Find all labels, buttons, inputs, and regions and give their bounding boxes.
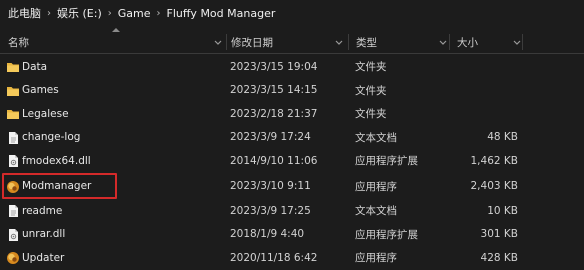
chevron-right-icon: › [156, 7, 161, 19]
file-row[interactable]: change-log 2023/3/9 17:24 文本文档 48 KB [0, 126, 584, 150]
chevron-down-icon[interactable] [213, 36, 223, 48]
dll-file-icon [9, 155, 18, 167]
file-size [440, 79, 518, 103]
column-header-date[interactable]: 修改日期 [231, 30, 341, 54]
folder-icon [7, 86, 19, 96]
file-name: readme [22, 204, 63, 217]
file-type: 应用程序 [355, 180, 397, 193]
column-divider[interactable] [348, 34, 349, 50]
column-header-name-label: 名称 [8, 36, 29, 49]
breadcrumb-item-game[interactable]: Game [118, 7, 151, 20]
folder-icon [7, 110, 19, 119]
file-date: 2020/11/18 6:42 [230, 251, 318, 264]
file-row[interactable]: Updater 2020/11/18 6:42 应用程序 428 KB [0, 246, 584, 270]
chevron-right-icon: › [47, 7, 51, 19]
file-name: Updater [22, 251, 65, 264]
name-cell: readme [0, 199, 222, 223]
text-file-icon [9, 205, 18, 217]
file-size: 1,462 KB [470, 154, 519, 167]
column-header-name[interactable]: 名称 [8, 30, 222, 54]
file-explorer: 此电脑 › 娱乐 (E:) › Game › Fluffy Mod Manage… [0, 0, 584, 270]
file-name: Games [22, 84, 59, 97]
file-date: 2014/9/10 11:06 [230, 154, 318, 167]
column-header-size[interactable]: 大小 [457, 30, 517, 54]
chevron-down-icon[interactable] [438, 36, 448, 48]
file-row[interactable]: Games 2023/3/15 14:15 文件夹 [0, 79, 584, 103]
file-size: 10 KB [487, 204, 518, 217]
file-date: 2023/3/15 19:04 [230, 60, 318, 73]
file-date: 2023/3/9 17:24 [230, 131, 311, 144]
column-divider[interactable] [449, 34, 450, 50]
app-icon [7, 252, 19, 264]
file-size: 428 KB [480, 251, 518, 264]
column-header-type-label: 类型 [356, 36, 377, 49]
name-cell: Legalese [0, 102, 222, 126]
file-date: 2018/1/9 4:40 [230, 228, 305, 241]
name-cell: Games [0, 79, 222, 103]
file-size: 301 KB [480, 228, 518, 241]
file-size: 48 KB [487, 131, 518, 144]
highlight-box [2, 173, 117, 199]
breadcrumb-item-this-pc[interactable]: 此电脑 [8, 5, 41, 21]
file-type: 应用程序扩展 [355, 155, 418, 168]
file-name: change-log [22, 131, 81, 144]
name-cell: Data [0, 55, 222, 79]
file-name: fmodex64.dll [22, 154, 91, 167]
name-cell: Updater [0, 246, 222, 270]
file-date: 2023/2/18 21:37 [230, 107, 318, 120]
name-cell: unrar.dll [0, 223, 222, 247]
folder-icon [7, 63, 19, 72]
chevron-down-icon[interactable] [334, 36, 344, 48]
file-name: unrar.dll [22, 228, 66, 241]
file-size [440, 55, 518, 79]
file-type: 文本文档 [355, 205, 397, 218]
file-date: 2023/3/10 9:11 [230, 180, 311, 193]
file-type: 文件夹 [355, 108, 387, 121]
column-divider[interactable] [522, 34, 523, 50]
text-file-icon [9, 131, 18, 144]
file-row[interactable]: unrar.dll 2018/1/9 4:40 应用程序扩展 301 KB [0, 223, 584, 247]
file-type: 文件夹 [355, 61, 387, 74]
name-cell: fmodex64.dll [0, 149, 222, 173]
file-type: 应用程序 [355, 252, 397, 265]
file-size: 2,403 KB [470, 180, 519, 193]
file-date: 2023/3/9 17:25 [230, 204, 311, 217]
file-size [440, 102, 518, 126]
name-cell: change-log [0, 126, 222, 150]
dll-file-icon [9, 228, 18, 241]
column-header-size-label: 大小 [457, 36, 478, 49]
file-type: 应用程序扩展 [355, 228, 418, 241]
column-header-type[interactable]: 类型 [356, 30, 436, 54]
file-date: 2023/3/15 14:15 [230, 84, 318, 97]
file-row[interactable]: Data 2023/3/15 19:04 文件夹 [0, 55, 584, 79]
column-header-date-label: 修改日期 [231, 36, 273, 49]
file-row[interactable]: fmodex64.dll 2014/9/10 11:06 应用程序扩展 1,46… [0, 149, 584, 173]
breadcrumb-item-current[interactable]: Fluffy Mod Manager [167, 7, 276, 20]
breadcrumb-item-drive[interactable]: 娱乐 (E:) [57, 5, 102, 21]
column-header: 名称 修改日期 类型 大小 [0, 28, 584, 54]
column-divider[interactable] [226, 34, 227, 50]
file-type: 文本文档 [355, 131, 397, 144]
file-row[interactable]: readme 2023/3/9 17:25 文本文档 10 KB [0, 199, 584, 223]
file-type: 文件夹 [355, 84, 387, 97]
breadcrumb: 此电脑 › 娱乐 (E:) › Game › Fluffy Mod Manage… [0, 0, 584, 26]
chevron-down-icon[interactable] [512, 36, 522, 48]
file-name: Data [22, 60, 48, 73]
chevron-right-icon: › [107, 7, 112, 19]
file-row[interactable]: Legalese 2023/2/18 21:37 文件夹 [0, 102, 584, 126]
file-name: Legalese [22, 107, 69, 120]
